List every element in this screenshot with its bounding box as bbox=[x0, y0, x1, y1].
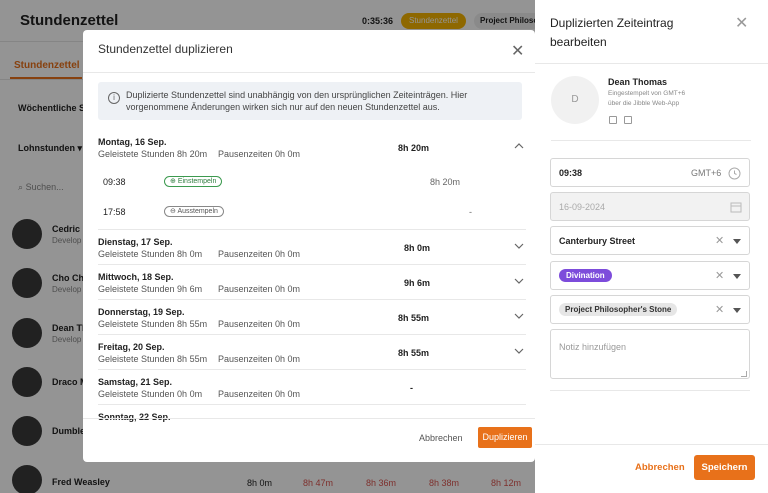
clock-out-badge-label: Ausstempeln bbox=[177, 208, 218, 215]
duplicate-button[interactable]: Duplizieren bbox=[478, 427, 532, 448]
close-icon[interactable]: ✕ bbox=[511, 44, 524, 60]
day-total: 8h 20m bbox=[398, 143, 430, 153]
drawer-title: Duplizierten Zeiteintrag bearbeiten bbox=[550, 16, 674, 49]
chevron-up-icon[interactable] bbox=[514, 142, 524, 150]
day-break-time: Pausenzeiten 0h 0m bbox=[218, 149, 301, 159]
day-row[interactable]: Mittwoch, 18 Sep. Geleistete Stunden 9h … bbox=[98, 265, 526, 300]
day-total: 8h 0m bbox=[404, 243, 431, 253]
chevron-down-icon[interactable] bbox=[733, 239, 741, 244]
clear-icon[interactable]: ✕ bbox=[715, 269, 724, 282]
calendar-icon bbox=[730, 202, 742, 213]
chevron-down-icon[interactable] bbox=[514, 347, 524, 355]
location-value: Canterbury Street bbox=[559, 236, 636, 246]
day-worked-hours: Geleistete Stunden 8h 20m bbox=[98, 149, 208, 159]
chevron-down-icon[interactable] bbox=[733, 308, 741, 313]
day-worked-hours: Geleistete Stunden 8h 0m bbox=[98, 249, 203, 259]
entry-duration: - bbox=[469, 207, 472, 217]
date-value: 16-09-2024 bbox=[559, 202, 606, 212]
avatar: D bbox=[551, 76, 599, 124]
day-break-time: Pausenzeiten 0h 0m bbox=[218, 284, 301, 294]
day-total: - bbox=[410, 383, 413, 393]
notes-placeholder: Notiz hinzufügen bbox=[559, 342, 627, 352]
chevron-down-icon[interactable] bbox=[514, 277, 524, 285]
day-break-time: Pausenzeiten 0h 0m bbox=[218, 354, 301, 364]
day-name: Donnerstag, 19 Sep. bbox=[98, 307, 185, 317]
cancel-button[interactable]: Abbrechen bbox=[419, 433, 463, 443]
entry-time: 17:58 bbox=[103, 207, 126, 217]
timezone-label: GMT+6 bbox=[691, 168, 722, 178]
day-row[interactable]: Dienstag, 17 Sep. Geleistete Stunden 8h … bbox=[98, 230, 526, 265]
day-name: Freitag, 20 Sep. bbox=[98, 342, 165, 352]
duplicate-timesheet-modal: Stundenzettel duplizieren ✕ i Dupliziert… bbox=[83, 30, 535, 462]
save-button[interactable]: Speichern bbox=[694, 455, 755, 480]
project-tag: Project Philosopher's Stone bbox=[559, 303, 678, 316]
day-total: 8h 55m bbox=[398, 313, 430, 323]
clock-icon[interactable] bbox=[728, 167, 741, 180]
divider bbox=[550, 390, 750, 391]
chevron-down-icon[interactable] bbox=[514, 242, 524, 250]
chevron-down-icon[interactable] bbox=[733, 274, 741, 279]
divider bbox=[535, 63, 768, 64]
location-select[interactable]: Canterbury Street ✕ bbox=[550, 226, 750, 255]
modal-title: Stundenzettel duplizieren bbox=[98, 42, 233, 56]
divider bbox=[535, 444, 768, 445]
day-worked-hours: Geleistete Stunden 8h 55m bbox=[98, 354, 208, 364]
resize-handle-icon[interactable] bbox=[741, 371, 747, 377]
time-field[interactable]: 09:38 GMT+6 bbox=[550, 158, 750, 187]
entry-duration: 8h 20m bbox=[430, 177, 461, 187]
clock-out-icon: ⊖ bbox=[170, 208, 176, 215]
close-icon[interactable]: ✕ bbox=[735, 16, 748, 32]
day-break-time: Pausenzeiten 0h 0m bbox=[218, 249, 301, 259]
clear-icon[interactable]: ✕ bbox=[715, 234, 724, 247]
time-value: 09:38 bbox=[559, 168, 583, 178]
activity-tag: Divination bbox=[559, 269, 612, 282]
divider bbox=[83, 72, 535, 73]
modal-footer: Abbrechen Duplizieren bbox=[83, 418, 535, 462]
entry-time: 09:38 bbox=[103, 177, 126, 187]
day-worked-hours: Geleistete Stunden 9h 6m bbox=[98, 284, 203, 294]
clear-icon[interactable]: ✕ bbox=[715, 303, 724, 316]
day-break-time: Pausenzeiten 0h 0m bbox=[218, 389, 301, 399]
day-name: Samstag, 21 Sep. bbox=[98, 377, 173, 387]
clock-source: Eingestempelt von GMT+6 bbox=[608, 90, 686, 97]
time-entry-row[interactable]: 17:58 ⊖ Ausstempeln - bbox=[98, 199, 526, 230]
photo-icon bbox=[624, 116, 632, 124]
day-name: Montag, 16 Sep. bbox=[98, 137, 167, 147]
day-worked-hours: Geleistete Stunden 0h 0m bbox=[98, 389, 203, 399]
day-row[interactable]: Freitag, 20 Sep. Geleistete Stunden 8h 5… bbox=[98, 335, 526, 370]
info-banner: i Duplizierte Stundenzettel sind unabhän… bbox=[98, 82, 522, 120]
day-name: Dienstag, 17 Sep. bbox=[98, 237, 173, 247]
clock-in-badge: ⊕ Einstempeln bbox=[164, 176, 223, 187]
user-name: Dean Thomas bbox=[608, 77, 668, 87]
day-row[interactable]: Donnerstag, 19 Sep. Geleistete Stunden 8… bbox=[98, 300, 526, 335]
edit-entry-drawer: Duplizierten Zeiteintrag bearbeiten ✕ D … bbox=[535, 0, 768, 493]
clock-in-icon: ⊕ bbox=[170, 178, 176, 185]
day-total: 8h 55m bbox=[398, 348, 430, 358]
day-row[interactable]: Samstag, 21 Sep. Geleistete Stunden 0h 0… bbox=[98, 370, 526, 405]
info-icon: i bbox=[108, 92, 120, 104]
day-name: Mittwoch, 18 Sep. bbox=[98, 272, 174, 282]
day-worked-hours: Geleistete Stunden 8h 55m bbox=[98, 319, 208, 329]
chevron-down-icon[interactable] bbox=[514, 312, 524, 320]
device-icon bbox=[609, 116, 617, 124]
project-select[interactable]: Project Philosopher's Stone ✕ bbox=[550, 295, 750, 324]
day-row[interactable]: Montag, 16 Sep. Geleistete Stunden 8h 20… bbox=[98, 130, 526, 165]
notes-textarea[interactable]: Notiz hinzufügen bbox=[550, 329, 750, 379]
divider bbox=[551, 140, 751, 141]
time-entry-row[interactable]: 09:38 ⊕ Einstempeln 8h 20m bbox=[98, 169, 526, 199]
cancel-button[interactable]: Abbrechen bbox=[635, 462, 685, 473]
info-text: Duplizierte Stundenzettel sind unabhängi… bbox=[126, 90, 468, 112]
date-field: 16-09-2024 bbox=[550, 192, 750, 221]
clock-out-badge: ⊖ Ausstempeln bbox=[164, 206, 224, 217]
activity-select[interactable]: Divination ✕ bbox=[550, 261, 750, 290]
day-total: 9h 6m bbox=[404, 278, 431, 288]
clock-app: über die Jibble Web-App bbox=[608, 100, 680, 107]
day-break-time: Pausenzeiten 0h 0m bbox=[218, 319, 301, 329]
clock-in-badge-label: Einstempeln bbox=[177, 178, 217, 185]
